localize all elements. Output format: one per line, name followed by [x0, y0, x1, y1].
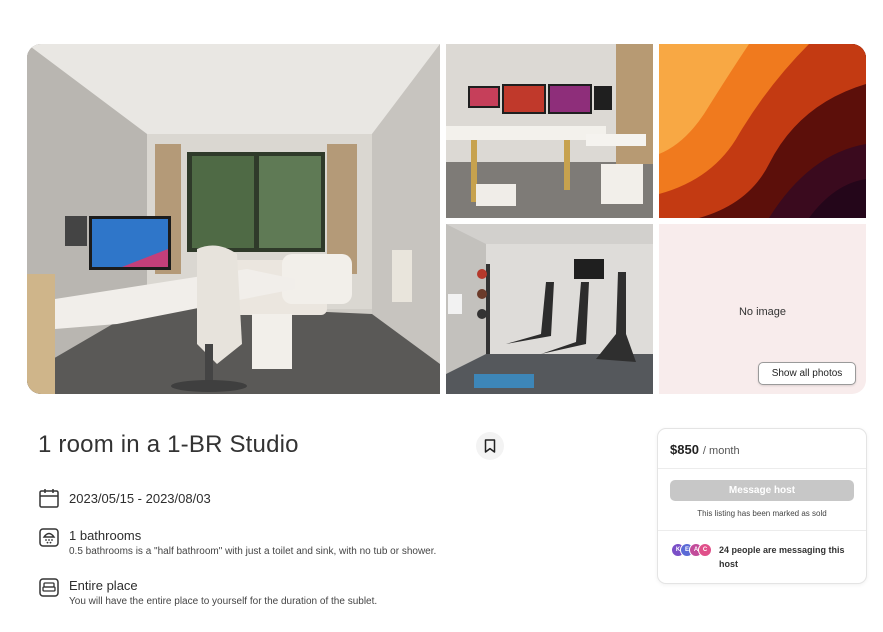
photo-main[interactable]: [27, 44, 440, 394]
sold-status-text: This listing has been marked as sold: [697, 509, 827, 518]
date-range: 2023/05/15 - 2023/08/03: [69, 491, 211, 506]
place-title: Entire place: [69, 578, 138, 593]
photo-placeholder: No image Show all photos: [659, 224, 866, 394]
show-all-photos-button[interactable]: Show all photos: [758, 362, 856, 385]
listing-title: 1 room in a 1-BR Studio: [38, 431, 299, 458]
bookmark-icon: [484, 439, 496, 453]
bed-icon: [39, 578, 59, 597]
photo-gallery: No image Show all photos: [27, 44, 866, 394]
bathrooms-title: 1 bathrooms: [69, 528, 142, 543]
wallpaper-photo: [659, 44, 866, 218]
price-period: / month: [702, 445, 740, 457]
avatar: C: [698, 543, 712, 557]
gym-photo: [446, 224, 653, 394]
desk-photo: [446, 44, 653, 218]
photo-gym[interactable]: [446, 224, 653, 394]
save-listing-button[interactable]: [476, 432, 504, 460]
price-line: $850/ month: [670, 442, 740, 457]
booking-card: $850/ month Message host This listing ha…: [657, 428, 867, 584]
calendar-icon: [39, 489, 59, 508]
messaging-avatars: K E A C: [671, 543, 715, 557]
bathrooms-description: 0.5 bathrooms is a "half bathroom" with …: [69, 546, 437, 557]
card-divider: [658, 468, 866, 469]
card-divider: [658, 530, 866, 531]
photo-desk[interactable]: [446, 44, 653, 218]
messaging-count: 24 people are messaging this host: [719, 545, 845, 569]
bedroom-photo: [27, 44, 440, 394]
place-description: You will have the entire place to yourse…: [69, 596, 378, 607]
no-image-label: No image: [738, 306, 787, 318]
message-host-button[interactable]: Message host: [670, 480, 854, 501]
photo-wallpaper[interactable]: [659, 44, 866, 218]
price-value: $850: [670, 442, 699, 457]
shower-icon: [39, 528, 59, 547]
